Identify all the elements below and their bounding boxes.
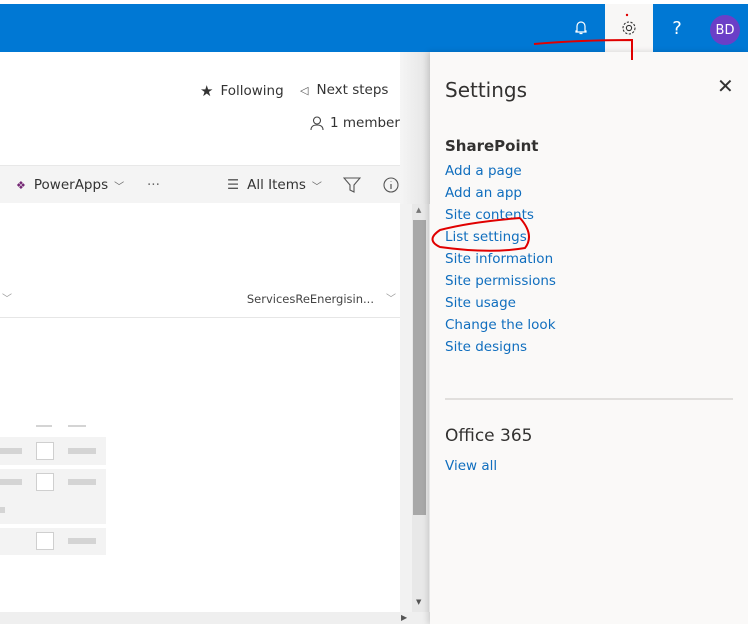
settings-button[interactable]: [605, 4, 653, 52]
main-content: ★ Following ◁ Next steps 1 member ❖ Powe…: [0, 52, 430, 624]
megaphone-icon: ◁: [300, 83, 309, 97]
following-label: Following: [220, 83, 284, 99]
powerapps-menu[interactable]: ❖ PowerApps ﹀: [16, 166, 124, 204]
office-section-title: Office 365: [445, 426, 533, 446]
gear-icon: [622, 21, 636, 35]
link-site-contents[interactable]: Site contents: [445, 207, 534, 223]
panel-shadow: [400, 52, 430, 204]
link-site-designs[interactable]: Site designs: [445, 339, 527, 355]
command-bar: ❖ PowerApps ﹀ ··· ☰ All Items ﹀: [0, 165, 400, 203]
avatar[interactable]: BD: [710, 15, 740, 45]
scroll-down-arrow[interactable]: ▼: [416, 598, 421, 606]
more-button[interactable]: ···: [147, 166, 160, 204]
notifications-button[interactable]: [557, 4, 605, 52]
link-view-all[interactable]: View all: [445, 458, 497, 474]
info-button[interactable]: [383, 166, 399, 204]
scroll-up-arrow[interactable]: ▲: [416, 206, 421, 214]
link-site-permissions[interactable]: Site permissions: [445, 273, 556, 289]
bell-icon: [575, 21, 587, 35]
chevron-down-icon: ﹀: [311, 181, 322, 193]
scrollbar-thumb[interactable]: [413, 220, 426, 515]
link-list-settings[interactable]: List settings: [445, 229, 527, 245]
chevron-down-icon: ﹀: [114, 181, 125, 193]
link-site-usage[interactable]: Site usage: [445, 295, 516, 311]
view-label: All Items: [247, 177, 306, 193]
person-icon: [310, 115, 324, 130]
filter-icon: [343, 177, 361, 193]
more-icon: ···: [147, 177, 160, 193]
panel-title: Settings: [445, 78, 528, 102]
scroll-right-arrow[interactable]: ▶: [401, 613, 407, 622]
help-icon: ?: [672, 17, 682, 39]
sharepoint-section-title: SharePoint: [445, 137, 539, 155]
close-button[interactable]: ✕: [717, 74, 734, 98]
column-header-services[interactable]: ServicesReEnergisin...: [247, 292, 374, 306]
view-selector[interactable]: ☰ All Items ﹀: [227, 166, 322, 204]
scroll-gutter: [400, 204, 412, 612]
settings-panel: Settings ✕ SharePoint Add a page Add an …: [430, 52, 748, 624]
members-label: 1 member: [330, 115, 400, 131]
members-button[interactable]: 1 member: [310, 115, 400, 131]
view-icon: ☰: [227, 177, 240, 193]
info-icon: [383, 177, 399, 193]
link-add-a-page[interactable]: Add a page: [445, 163, 522, 179]
link-site-information[interactable]: Site information: [445, 251, 553, 267]
help-button[interactable]: ?: [653, 4, 701, 52]
chevron-down-icon[interactable]: ﹀: [2, 290, 12, 305]
section-divider: [445, 398, 733, 400]
column-header-row: ﹀ ServicesReEnergisin... ﹀: [0, 280, 400, 318]
link-change-the-look[interactable]: Change the look: [445, 317, 556, 333]
powerapps-icon: ❖: [16, 178, 26, 192]
star-icon: ★: [200, 82, 214, 100]
close-icon: ✕: [717, 74, 734, 98]
powerapps-label: PowerApps: [33, 177, 109, 193]
chevron-down-icon[interactable]: ﹀: [386, 290, 396, 305]
next-steps-button[interactable]: ◁ Next steps: [300, 82, 388, 98]
next-steps-label: Next steps: [316, 82, 389, 98]
following-button[interactable]: ★ Following: [200, 82, 284, 100]
filter-button[interactable]: [343, 166, 361, 204]
horizontal-scrollbar[interactable]: [0, 612, 430, 624]
link-add-an-app[interactable]: Add an app: [445, 185, 522, 201]
